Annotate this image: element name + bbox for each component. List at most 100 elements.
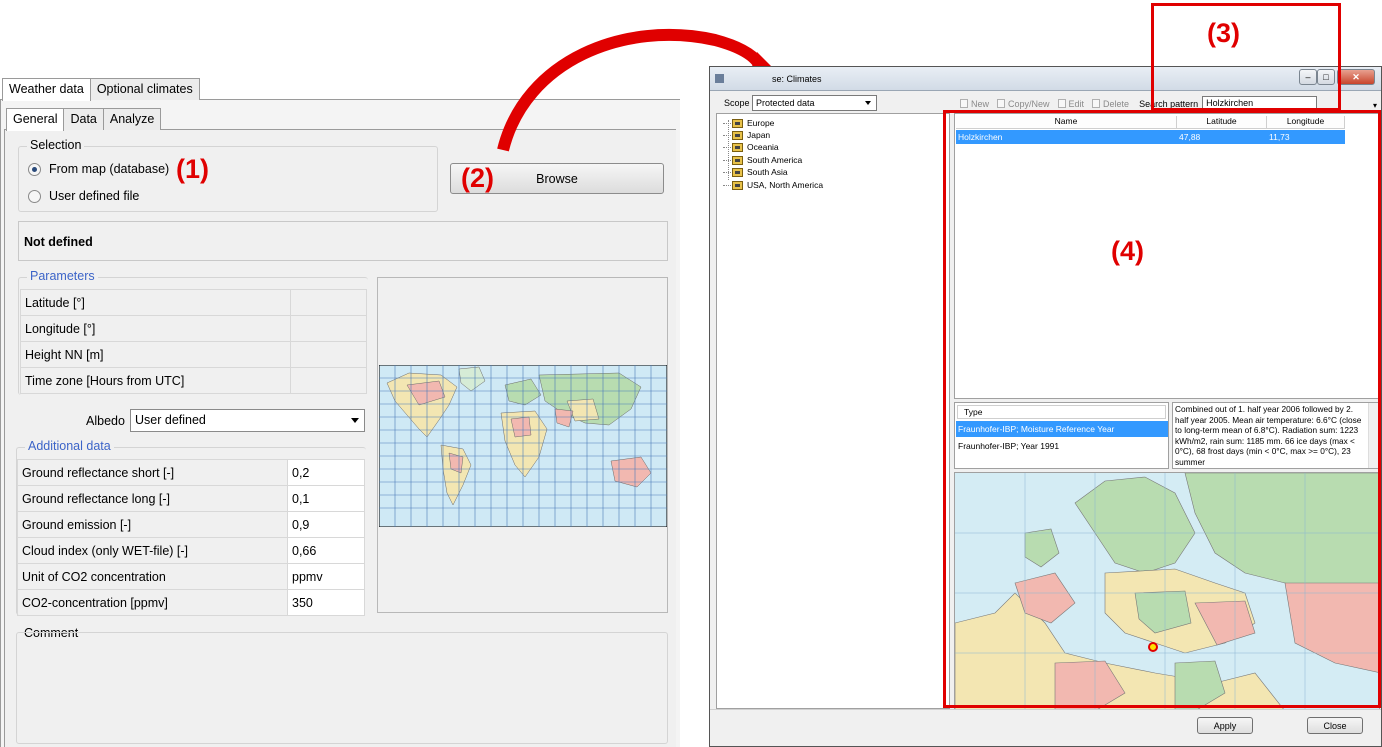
climate-folder-icon [732,130,743,140]
world-map[interactable] [379,365,667,527]
tab-analyze[interactable]: Analyze [102,108,162,130]
close-icon[interactable]: ✕ [1337,69,1375,85]
tree-item-label: South Asia [747,167,788,177]
tree-item-south-asia[interactable]: South Asia [723,167,788,177]
scope-value: Protected data [756,98,815,108]
main-tabs: Weather data Optional climates [2,78,200,101]
albedo-select[interactable]: User defined [130,409,365,432]
tree-item-oceania[interactable]: Oceania [723,142,779,152]
param-value [290,315,367,342]
climate-folder-icon [732,155,743,165]
tab-general[interactable]: General [6,108,65,131]
close-label: Close [1323,720,1347,731]
tree-item-south-america[interactable]: South America [723,155,802,165]
tree-branch [723,171,731,173]
tree-item-label: South America [747,155,803,165]
additional-value-input[interactable]: 0,9 [287,511,365,538]
additional-value-input[interactable]: 0,66 [287,537,365,564]
tab-optional-climates[interactable]: Optional climates [89,78,200,100]
param-label: Longitude [°] [20,315,291,342]
tree-item-label: Europe [747,118,775,128]
table-row: Unit of CO2 concentration ppmv [17,563,365,590]
radio-user-file[interactable]: User defined file [28,189,139,203]
parameters-table: Latitude [°] Longitude [°] Height NN [m]… [20,289,367,394]
new-label: New [971,98,990,109]
new-file-icon [960,99,968,108]
tree-item-label: Oceania [747,142,779,152]
annotation-box-4 [943,110,1381,708]
table-row: Longitude [°] [20,315,367,342]
window-title: se: Climates [772,74,822,84]
climate-status: Not defined [18,221,668,261]
additional-label: CO2-concentration [ppmv] [17,589,288,616]
table-row: CO2-concentration [ppmv] 350 [17,589,365,616]
browse-button-label: Browse [536,171,578,186]
table-row: Latitude [°] [20,289,367,316]
tree-item-japan[interactable]: Japan [723,130,770,140]
delete-label: Delete [1103,98,1130,109]
additional-value-input[interactable]: 0,2 [287,459,365,486]
comment-box[interactable] [16,632,668,744]
copy-new-button[interactable]: Copy/New [997,99,1050,109]
edit-button[interactable]: Edit [1057,98,1085,109]
additional-value-input[interactable]: 350 [287,589,365,616]
param-value [290,341,367,368]
additional-label: Ground reflectance long [-] [17,485,288,512]
edit-icon [1057,99,1066,108]
annotation-2: (2) [461,163,494,193]
albedo-label: Albedo [86,414,125,428]
tree-branch [723,184,731,186]
tree-item-usa-north-america[interactable]: USA, North America [723,180,823,190]
app-icon [715,74,724,83]
additional-value-input[interactable]: 0,1 [287,485,365,512]
radio-button-selected[interactable] [28,162,41,176]
param-label: Latitude [°] [20,289,291,316]
edit-label: Edit [1068,98,1085,109]
copy-new-label: Copy/New [1008,98,1050,109]
scope-select[interactable]: Protected data [752,95,877,111]
additional-data-table: Ground reflectance short [-] 0,2 Ground r… [17,459,365,616]
chevron-down-icon [351,418,359,423]
table-row: Cloud index (only WET-file) [-] 0,66 [17,537,365,564]
additional-label: Ground reflectance short [-] [17,459,288,486]
radio-button[interactable] [28,189,41,203]
tree-item-europe[interactable]: Europe [723,118,774,128]
table-row: Ground emission [-] 0,9 [17,511,365,538]
additional-label: Ground emission [-] [17,511,288,538]
copy-icon [997,99,1006,108]
tree-branch [723,122,731,124]
annotation-box-3 [1151,3,1341,111]
param-value [290,289,367,316]
radio-from-map[interactable]: From map (database) [28,162,169,176]
annotation-1: (1) [176,154,209,184]
table-row: Ground reflectance long [-] 0,1 [17,485,365,512]
toolbar-overflow-icon[interactable]: ▾ [1373,101,1377,110]
tab-weather-data[interactable]: Weather data [2,78,91,101]
new-button[interactable]: New [960,99,989,109]
tree-branch [723,146,731,148]
radio-from-map-label: From map (database) [49,162,170,176]
chevron-down-icon [865,101,871,105]
additional-label: Unit of CO2 concentration [17,563,288,590]
selection-title: Selection [27,138,85,152]
apply-label: Apply [1213,720,1237,731]
apply-button[interactable]: Apply [1197,717,1253,734]
tree-item-label: USA, North America [747,180,824,190]
world-map-panel [377,277,668,613]
radio-user-file-label: User defined file [49,189,140,203]
table-row: Height NN [m] [20,341,367,368]
close-button[interactable]: Close [1307,717,1363,734]
delete-button[interactable]: Delete [1092,99,1129,109]
param-label: Height NN [m] [20,341,291,368]
scope-label: Scope [724,98,750,108]
albedo-value: User defined [135,413,206,427]
tree-item-label: Japan [747,130,771,140]
region-tree: Europe Japan Oceania South America South… [716,113,950,709]
additional-value-input[interactable]: ppmv [287,563,365,590]
tab-data[interactable]: Data [63,108,104,130]
tree-branch [723,134,731,136]
annotation-3: (3) [1207,18,1240,48]
param-value [290,367,367,394]
dialog-footer: Apply Close [710,709,1381,746]
additional-data-title: Additional data [25,439,114,453]
